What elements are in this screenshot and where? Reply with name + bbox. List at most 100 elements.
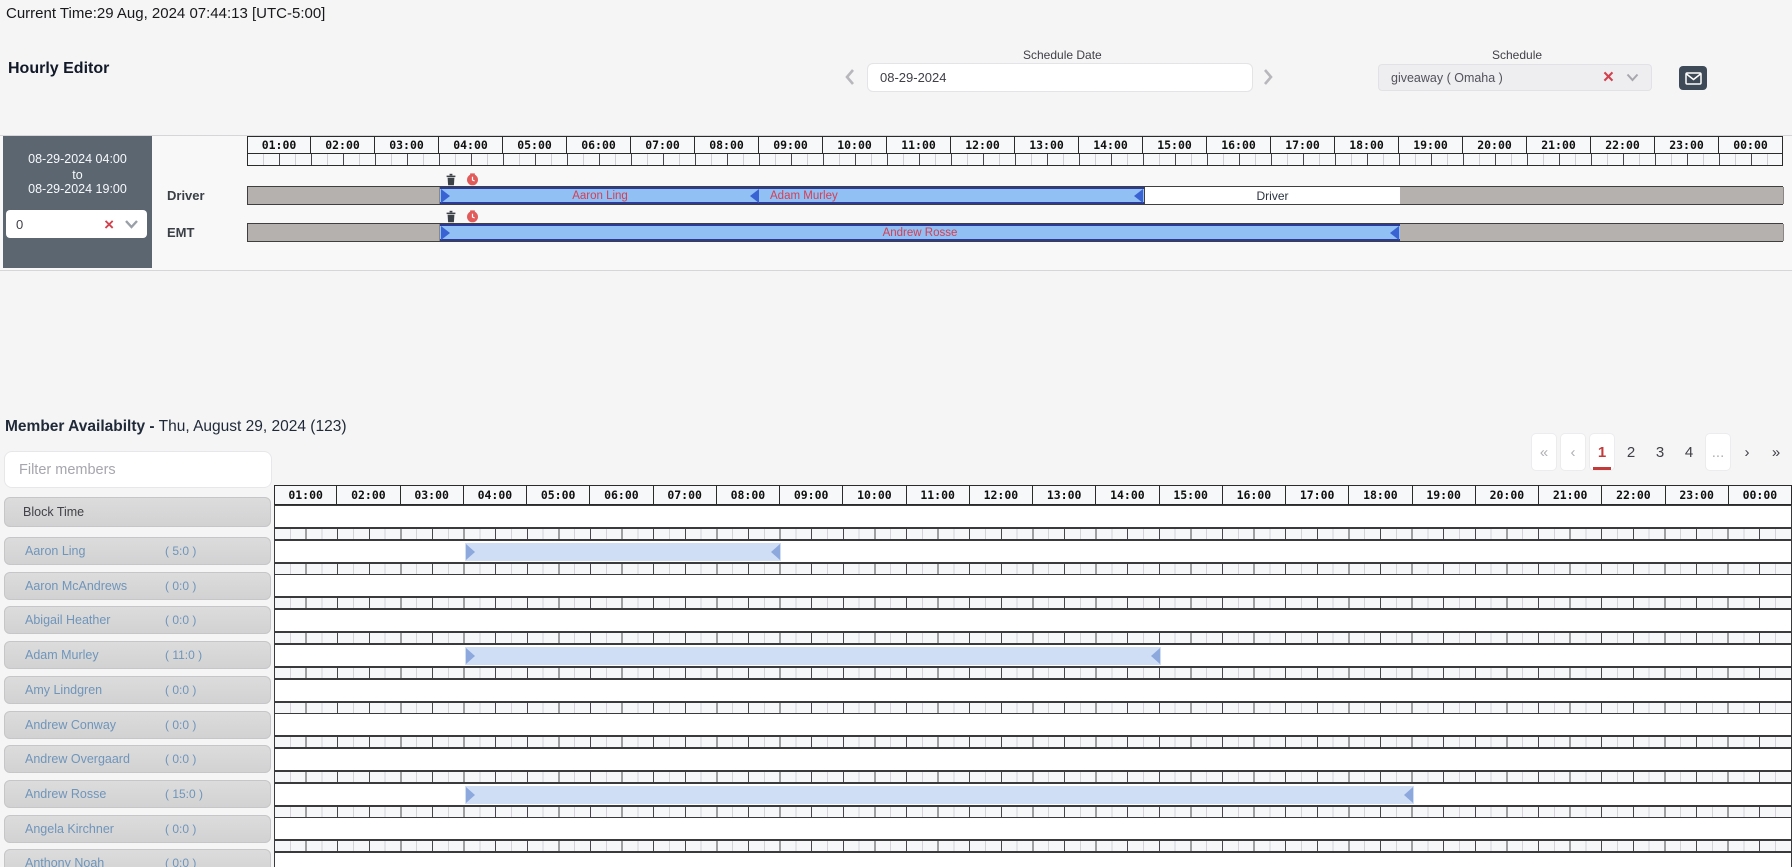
member-item[interactable]: Angela Kirchner( 0:0 ) (4, 815, 271, 843)
shift-segment[interactable]: Andrew Rosse (440, 224, 1400, 241)
hour-label: 03:00 (401, 485, 464, 505)
availability-start-marker-icon (466, 787, 475, 803)
member-name: Anthony Noah (25, 856, 104, 867)
hour-label: 09:00 (780, 485, 843, 505)
row-label-driver: Driver (167, 188, 205, 203)
member-name: Aaron McAndrews (25, 579, 127, 593)
hour-label: 17:00 (1271, 136, 1335, 154)
page-button-...[interactable]: ... (1706, 434, 1730, 470)
availability-title-bold: Member Availabilty - (5, 418, 155, 435)
block-time-item[interactable]: Block Time (4, 497, 271, 527)
availability-row (274, 852, 1792, 867)
member-item[interactable]: Andrew Conway( 0:0 ) (4, 711, 271, 739)
page-button-‹[interactable]: ‹ (1561, 434, 1585, 470)
hour-label: 05:00 (527, 485, 590, 505)
member-hours: ( 0:0 ) (165, 856, 196, 867)
blocked-segment (1400, 224, 1784, 241)
member-name: Andrew Conway (25, 718, 116, 732)
member-item[interactable]: Andrew Overgaard( 0:0 ) (4, 745, 271, 773)
page-button-1[interactable]: 1 (1590, 434, 1614, 470)
hour-label: 04:00 (439, 136, 503, 154)
chevron-down-icon[interactable] (124, 219, 139, 229)
hour-label: 02:00 (311, 136, 375, 154)
member-item[interactable]: Aaron McAndrews( 0:0 ) (4, 572, 271, 600)
page-button-»[interactable]: » (1764, 434, 1788, 470)
member-name: Block Time (23, 505, 84, 519)
availability-row (274, 574, 1792, 597)
shift-segment[interactable]: Adam Murley (760, 187, 1144, 204)
availability-end-marker-icon (771, 544, 780, 560)
hour-label: 05:00 (503, 136, 567, 154)
tick-row (274, 806, 1792, 818)
segment-end-marker-icon[interactable] (1390, 226, 1399, 240)
member-item[interactable]: Abigail Heather( 0:0 ) (4, 606, 271, 634)
availability-row (274, 817, 1792, 840)
selected-range-panel: 08-29-2024 04:00 to 08-29-2024 19:00 0 × (3, 136, 152, 268)
page-button-4[interactable]: 4 (1677, 434, 1701, 470)
hour-label: 10:00 (843, 485, 906, 505)
hour-label: 00:00 (1729, 485, 1792, 505)
hour-label: 06:00 (567, 136, 631, 154)
schedule-select[interactable]: giveaway ( Omaha ) × (1378, 64, 1652, 91)
hour-label: 08:00 (717, 485, 780, 505)
range-end-text: 08-29-2024 19:00 (3, 182, 152, 196)
hour-label: 23:00 (1655, 136, 1719, 154)
availability-row (274, 679, 1792, 702)
segment-end-marker-icon[interactable] (1134, 189, 1143, 203)
trash-icon[interactable] (445, 173, 457, 186)
availability-start-marker-icon (466, 544, 475, 560)
trash-icon[interactable] (445, 210, 457, 223)
segment-end-marker-icon[interactable] (750, 189, 759, 203)
chevron-left-icon (844, 68, 856, 86)
availability-hour-ruler: 01:0002:0003:0004:0005:0006:0007:0008:00… (274, 485, 1792, 505)
member-item[interactable]: Anthony Noah ( 0:0 ) (4, 849, 271, 867)
member-item[interactable]: Andrew Rosse( 15:0 ) (4, 780, 271, 808)
availability-bar[interactable] (465, 647, 1161, 665)
availability-bar[interactable] (465, 543, 781, 561)
hour-label: 12:00 (970, 485, 1033, 505)
shift-segment[interactable]: Aaron Ling (440, 187, 760, 204)
hour-label: 06:00 (590, 485, 653, 505)
page-button-›[interactable]: › (1735, 434, 1759, 470)
mail-button[interactable] (1679, 66, 1707, 90)
hour-label: 04:00 (464, 485, 527, 505)
member-availability-section: Member Availabilty - Thu, August 29, 202… (0, 412, 1792, 867)
member-item[interactable]: Adam Murley( 11:0 ) (4, 641, 271, 669)
hour-label: 13:00 (1033, 485, 1096, 505)
tick-row (274, 597, 1792, 609)
row-label-emt: EMT (167, 225, 194, 240)
hour-label: 18:00 (1335, 136, 1399, 154)
clock-badge-icon[interactable] (466, 173, 479, 186)
page-button-2[interactable]: 2 (1619, 434, 1643, 470)
tick-row (274, 667, 1792, 679)
hour-label: 07:00 (631, 136, 695, 154)
hour-label: 10:00 (823, 136, 887, 154)
hour-label: 19:00 (1399, 136, 1463, 154)
page-button-3[interactable]: 3 (1648, 434, 1672, 470)
hour-label: 11:00 (907, 485, 970, 505)
next-date-button[interactable] (1258, 66, 1278, 88)
open-shift-segment[interactable]: Driver (1144, 187, 1400, 204)
clock-badge-icon[interactable] (466, 210, 479, 223)
chevron-right-icon (1262, 68, 1274, 86)
member-item[interactable]: Aaron Ling( 5:0 ) (4, 537, 271, 565)
page-button-«[interactable]: « (1532, 434, 1556, 470)
member-name: Adam Murley (25, 648, 99, 662)
member-name: Angela Kirchner (25, 822, 114, 836)
member-name: Amy Lindgren (25, 683, 102, 697)
availability-bar[interactable] (465, 786, 1414, 804)
chevron-down-icon[interactable] (1626, 73, 1639, 82)
schedule-date-input[interactable] (867, 63, 1253, 92)
hour-label: 21:00 (1539, 485, 1602, 505)
filter-members-input[interactable] (4, 451, 272, 488)
tick-row (274, 563, 1792, 575)
availability-end-marker-icon (1404, 787, 1413, 803)
prev-date-button[interactable] (840, 66, 860, 88)
range-count-select[interactable]: 0 × (6, 210, 147, 238)
clear-count-icon[interactable]: × (104, 216, 114, 233)
hour-ruler: 01:0002:0003:0004:0005:0006:0007:0008:00… (247, 136, 1783, 154)
schedule-select-value: giveaway ( Omaha ) (1379, 71, 1603, 85)
clear-schedule-icon[interactable]: × (1603, 68, 1614, 87)
hour-label: 00:00 (1719, 136, 1783, 154)
member-item[interactable]: Amy Lindgren( 0:0 ) (4, 676, 271, 704)
